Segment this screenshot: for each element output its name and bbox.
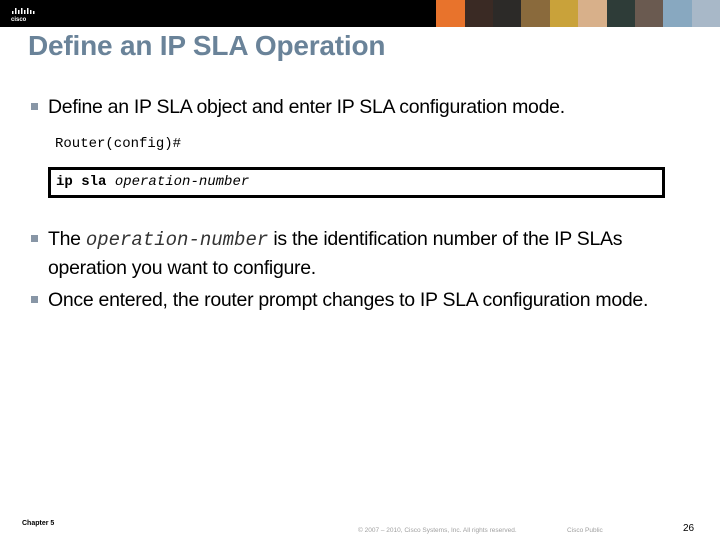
bullet-define-object: Define an IP SLA object and enter IP SLA… — [31, 93, 708, 121]
bullet-text: Once entered, the router prompt changes … — [48, 289, 649, 311]
header-photo-strip — [408, 0, 720, 27]
page-number: 26 — [683, 523, 695, 534]
bullet-text-prefix: The — [48, 228, 81, 250]
header-photo — [408, 0, 437, 27]
header-photo — [549, 0, 579, 27]
command-argument: operation-number — [114, 174, 250, 190]
footer-copyright: © 2007 – 2010, Cisco Systems, Inc. All r… — [358, 527, 517, 534]
command-syntax-box: ip sla operation-number — [48, 167, 665, 198]
bullet-marker — [31, 235, 38, 242]
logo-text: cisco — [11, 17, 27, 23]
header-photo — [436, 0, 465, 27]
header-photo — [521, 0, 550, 27]
header-photo — [493, 0, 522, 27]
header-photo — [634, 0, 664, 27]
command-keyword: ip sla — [56, 174, 107, 190]
slide: cisco Define an IP SLA Operation Define … — [0, 0, 720, 540]
page-title: Define an IP SLA Operation — [28, 30, 386, 61]
bullet-marker — [31, 296, 38, 303]
bullet-marker — [31, 103, 38, 110]
bullet-text: Define an IP SLA object and enter IP SLA… — [48, 96, 565, 118]
inline-term: operation-number — [85, 229, 269, 251]
code-prompt: Router(config)# — [55, 136, 182, 152]
bullet-operation-number: The operation-number is the identificati… — [31, 225, 698, 282]
header-photo — [691, 0, 720, 27]
footer-chapter: Chapter 5 — [22, 520, 55, 527]
bullet-prompt-change: Once entered, the router prompt changes … — [31, 286, 698, 314]
footer-classification: Cisco Public — [567, 527, 603, 534]
header-photo — [606, 0, 635, 27]
header-photo — [578, 0, 607, 27]
header-photo — [464, 0, 494, 27]
header-photo — [663, 0, 692, 27]
header-bar: cisco — [0, 0, 720, 27]
cisco-logo-icon: cisco — [11, 8, 35, 23]
